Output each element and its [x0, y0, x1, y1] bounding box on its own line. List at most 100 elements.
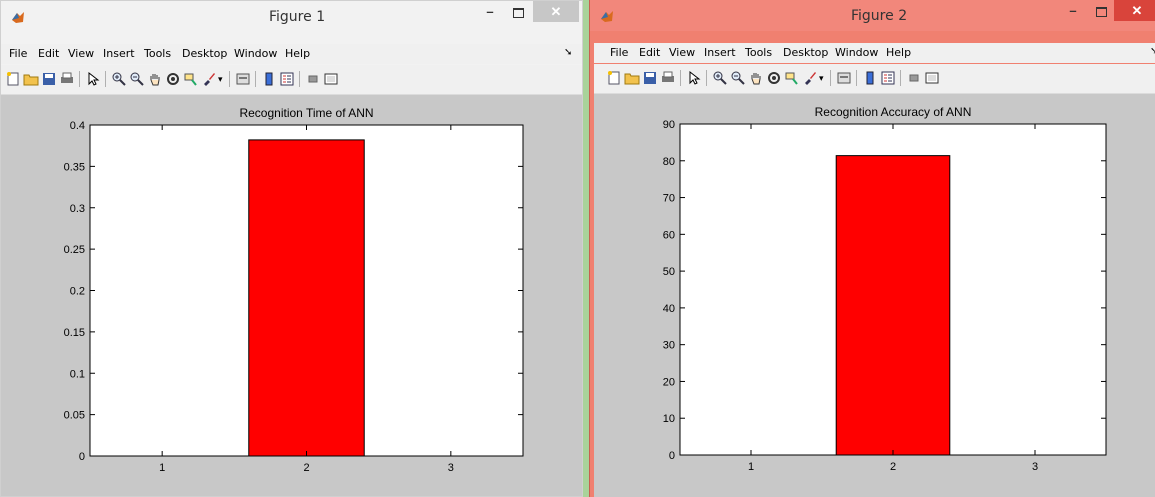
menu-insert[interactable]: Insert: [704, 46, 736, 59]
chart-title: Recognition Accuracy of ANN: [815, 105, 972, 119]
y-tick-label: 90: [663, 119, 675, 131]
window-title: Figure 1: [269, 9, 326, 25]
toolbar-separator: [706, 70, 707, 86]
figure-2-window[interactable]: Figure 2 – ✕ File Edit View Insert Tools…: [589, 0, 1155, 497]
y-tick-label: 0.4: [70, 120, 85, 132]
menu-bar: File Edit View Insert Tools Desktop Wind…: [1, 44, 582, 64]
chevron-down-icon[interactable]: ▾: [218, 71, 234, 87]
bar-2: [835, 155, 951, 456]
y-tick-label: 80: [663, 156, 675, 168]
chart-title: Recognition Time of ANN: [239, 106, 373, 120]
minimize-button[interactable]: –: [477, 1, 503, 22]
colorbar-icon[interactable]: [862, 70, 878, 86]
legend-icon[interactable]: [279, 71, 295, 87]
close-button[interactable]: ✕: [1114, 0, 1155, 21]
y-tick-label: 30: [663, 340, 675, 352]
y-tick-label: 0: [669, 450, 675, 462]
menu-help[interactable]: Help: [886, 46, 911, 59]
chevron-down-icon[interactable]: ▾: [819, 70, 835, 86]
hide-plot-tools-icon[interactable]: [906, 70, 922, 86]
menu-view[interactable]: View: [669, 46, 695, 59]
menu-desktop[interactable]: Desktop: [182, 47, 227, 60]
dock-arrow-icon[interactable]: ➘: [564, 47, 572, 58]
y-tick-label: 70: [663, 193, 675, 205]
bar-chart: Recognition Time of ANN 0 0.05 0.1 0.15 0.2 0.…: [64, 106, 524, 474]
new-file-icon[interactable]: [5, 71, 21, 87]
pan-hand-icon[interactable]: [147, 71, 163, 87]
brush-icon[interactable]: [802, 70, 818, 86]
zoom-in-icon[interactable]: [712, 70, 728, 86]
colorbar-icon[interactable]: [261, 71, 277, 87]
figure-1-window[interactable]: Figure 1 – ✕ File Edit View Insert Tools…: [0, 0, 583, 497]
maximize-icon: [1095, 6, 1107, 17]
rotate-3d-icon[interactable]: [165, 71, 181, 87]
open-folder-icon[interactable]: [23, 71, 39, 87]
y-tick-label: 0: [79, 451, 85, 463]
legend-icon[interactable]: [880, 70, 896, 86]
dock-arrow-icon[interactable]: ➘: [1150, 46, 1155, 57]
toolbar-separator: [299, 71, 300, 87]
figure-canvas: Recognition Time of ANN 0 0.05 0.1 0.15 0.2 0.…: [1, 95, 582, 496]
save-icon[interactable]: [642, 70, 658, 86]
minimize-button[interactable]: –: [1060, 0, 1086, 21]
menu-tools[interactable]: Tools: [144, 47, 171, 60]
y-tick-label: 0.15: [64, 327, 85, 339]
figure-toolbar: ▾: [594, 64, 1155, 94]
maximize-button[interactable]: [1088, 0, 1114, 21]
y-tick-label: 10: [663, 413, 675, 425]
y-tick-label: 0.35: [64, 161, 85, 173]
rotate-3d-icon[interactable]: [766, 70, 782, 86]
print-icon[interactable]: [59, 71, 75, 87]
pan-hand-icon[interactable]: [748, 70, 764, 86]
maximize-icon: [512, 7, 524, 18]
y-tick-label: 60: [663, 229, 675, 241]
close-button[interactable]: ✕: [533, 1, 579, 22]
maximize-button[interactable]: [505, 1, 531, 22]
toolbar-separator: [830, 70, 831, 86]
y-tick-label: 0.25: [64, 244, 85, 256]
save-icon[interactable]: [41, 71, 57, 87]
link-plot-icon[interactable]: [836, 70, 852, 86]
bar-chart: Recognition Accuracy of ANN 0 10 20 30 40 50 60…: [663, 105, 1107, 473]
y-tick-label: 0.1: [70, 368, 85, 380]
figure-canvas: Recognition Accuracy of ANN 0 10 20 30 40 50 60…: [594, 94, 1155, 497]
menu-insert[interactable]: Insert: [103, 47, 135, 60]
menu-desktop[interactable]: Desktop: [783, 46, 828, 59]
y-tick-label: 0.2: [70, 286, 85, 298]
menu-help[interactable]: Help: [285, 47, 310, 60]
data-cursor-icon[interactable]: [183, 71, 199, 87]
brush-icon[interactable]: [201, 71, 217, 87]
pointer-icon[interactable]: [85, 71, 101, 87]
bar-2: [248, 139, 365, 457]
toolbar-separator: [79, 71, 80, 87]
toolbar-separator: [900, 70, 901, 86]
y-tick-label: 0.05: [64, 410, 85, 422]
link-plot-icon[interactable]: [235, 71, 251, 87]
y-tick-label: 40: [663, 303, 675, 315]
show-plot-tools-icon[interactable]: [924, 70, 940, 86]
title-bar[interactable]: Figure 1 – ✕: [1, 1, 582, 32]
print-icon[interactable]: [660, 70, 676, 86]
menu-window[interactable]: Window: [234, 47, 277, 60]
show-plot-tools-icon[interactable]: [323, 71, 339, 87]
menu-file[interactable]: File: [610, 46, 628, 59]
pointer-icon[interactable]: [686, 70, 702, 86]
zoom-in-icon[interactable]: [111, 71, 127, 87]
x-tick-label: 3: [448, 462, 454, 474]
title-bar[interactable]: Figure 2 – ✕: [590, 0, 1155, 31]
menu-edit[interactable]: Edit: [38, 47, 59, 60]
menu-window[interactable]: Window: [835, 46, 878, 59]
menu-tools[interactable]: Tools: [745, 46, 772, 59]
toolbar-separator: [856, 70, 857, 86]
new-file-icon[interactable]: [606, 70, 622, 86]
menu-file[interactable]: File: [9, 47, 27, 60]
toolbar-separator: [255, 71, 256, 87]
menu-edit[interactable]: Edit: [639, 46, 660, 59]
menu-view[interactable]: View: [68, 47, 94, 60]
zoom-out-icon[interactable]: [730, 70, 746, 86]
hide-plot-tools-icon[interactable]: [305, 71, 321, 87]
zoom-out-icon[interactable]: [129, 71, 145, 87]
x-tick-label: 1: [748, 461, 754, 473]
data-cursor-icon[interactable]: [784, 70, 800, 86]
open-folder-icon[interactable]: [624, 70, 640, 86]
